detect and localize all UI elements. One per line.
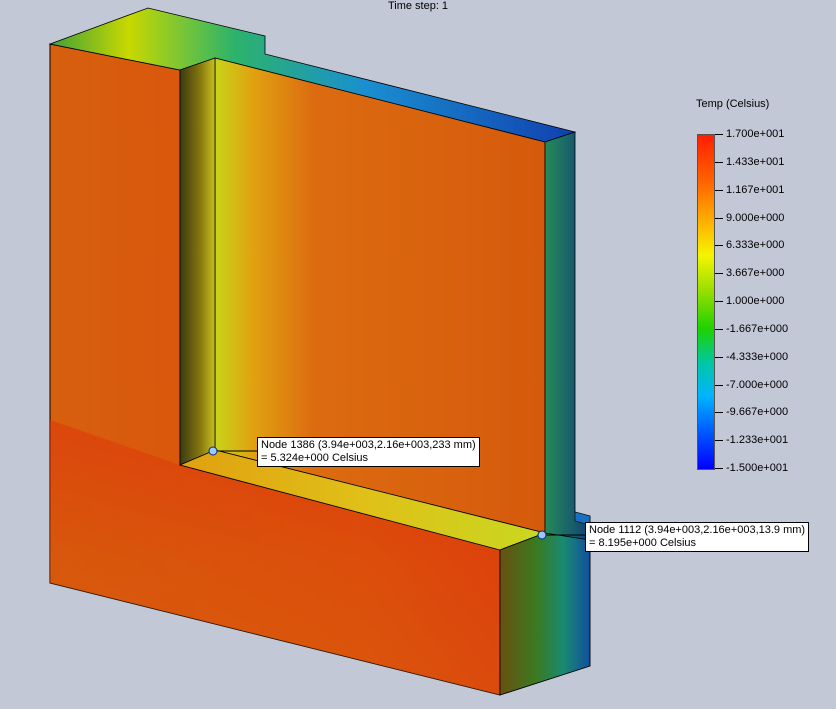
legend-label: -1.667e+000: [726, 322, 789, 335]
legend-label: 3.667e+000: [726, 267, 785, 280]
legend-tick: [715, 384, 723, 386]
probe-header: Node 1112 (3.94e+003,2.16e+003,13.9 mm): [589, 524, 806, 536]
legend-tick: [715, 161, 723, 163]
color-scale-bar: [697, 134, 715, 470]
legend-label: -4.333e+000: [726, 350, 789, 363]
probe-1112-marker[interactable]: [537, 530, 547, 540]
legend-label: -9.667e+000: [726, 406, 789, 419]
legend-label: 1.000e+000: [726, 295, 785, 307]
legend-tick: [715, 356, 723, 358]
probe-callout-node-1386[interactable]: Node 1386 (3.94e+003,2.16e+003,233 mm) =…: [257, 437, 480, 467]
time-step-label: Time step: 1: [387, 0, 449, 12]
probe-value: = 8.195e+000 Celsius: [589, 537, 697, 549]
legend-tick: [715, 189, 723, 191]
inner-left-wall: [179, 57, 216, 466]
probe-callout-node-1112[interactable]: Node 1112 (3.94e+003,2.16e+003,13.9 mm) …: [585, 522, 810, 552]
legend-label: -1.233e+001: [726, 434, 789, 447]
probe-header: Node 1386 (3.94e+003,2.16e+003,233 mm): [261, 439, 476, 451]
legend-label: 1.167e+001: [726, 183, 785, 196]
legend-label: -1.500e+001: [726, 462, 789, 474]
legend-tick: [715, 301, 723, 302]
legend-tick: [715, 412, 723, 414]
legend-label: 9.000e+000: [726, 211, 785, 224]
legend-label: -7.000e+000: [726, 378, 789, 391]
legend-tick: [715, 245, 723, 247]
legend-tick: [715, 328, 723, 330]
legend-tick: [715, 217, 723, 219]
legend-label: 1.700e+001: [726, 128, 785, 140]
lower-side-face: [499, 532, 591, 696]
legend-tick: [715, 440, 723, 442]
legend-tick: [715, 468, 723, 469]
probe-value: = 5.324e+000 Celsius: [261, 452, 369, 464]
probe-1386-marker[interactable]: [208, 446, 218, 456]
legend-label: 1.433e+001: [726, 155, 785, 168]
legend-label: 6.333e+000: [726, 239, 785, 252]
legend-title: Temp (Celsius): [696, 98, 770, 110]
legend-tick: [715, 273, 723, 275]
legend-tick: [715, 134, 723, 135]
